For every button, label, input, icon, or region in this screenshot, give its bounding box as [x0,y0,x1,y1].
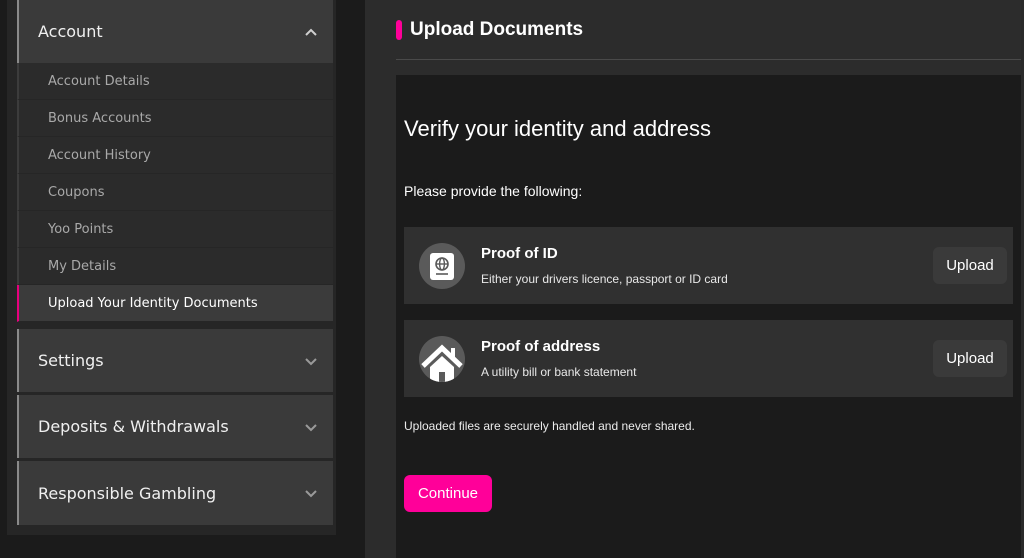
sidebar-item-label: Bonus Accounts [48,110,152,126]
sidebar-item-account-history[interactable]: Account History [17,137,333,174]
doc-description: Either your drivers licence, passport or… [481,272,728,286]
sidebar-item-label: Coupons [48,184,105,200]
sidebar-item-label: Upload Your Identity Documents [48,295,258,311]
house-icon [419,335,465,382]
sidebar: Account Account Details Bonus Accounts A… [7,0,336,535]
continue-button[interactable]: Continue [404,475,492,512]
account-submenu: Account Details Bonus Accounts Account H… [17,63,333,322]
doc-title: Proof of address [481,338,601,355]
sidebar-item-label: Yoo Points [48,221,114,237]
proof-of-address-row: Proof of address A utility bill or bank … [404,320,1013,397]
sidebar-section-deposits-withdrawals[interactable]: Deposits & Withdrawals [17,395,333,458]
card-heading: Verify your identity and address [404,116,711,141]
sidebar-item-coupons[interactable]: Coupons [17,174,333,211]
sidebar-section-label: Deposits & Withdrawals [38,417,229,436]
sidebar-section-settings-header[interactable]: Settings [19,329,333,392]
sidebar-item-label: Account History [48,147,151,163]
sidebar-item-my-details[interactable]: My Details [17,248,333,285]
passport-icon [419,242,465,289]
doc-description: A utility bill or bank statement [481,365,637,379]
upload-card: Verify your identity and address Please … [396,75,1021,558]
chevron-down-icon [303,419,319,435]
header-divider [396,59,1021,60]
upload-proof-of-id-button[interactable]: Upload [933,247,1007,284]
sidebar-item-upload-identity-documents[interactable]: Upload Your Identity Documents [17,285,333,322]
sidebar-item-account-details[interactable]: Account Details [17,63,333,100]
sidebar-section-label: Settings [38,351,104,370]
card-subheading: Please provide the following: [404,183,583,199]
sidebar-item-yoo-points[interactable]: Yoo Points [17,211,333,248]
sidebar-item-label: My Details [48,258,117,274]
sidebar-section-account-header[interactable]: Account [19,0,333,63]
sidebar-section-account[interactable]: Account [17,0,333,63]
page-title: Upload Documents [410,19,584,40]
doc-title: Proof of ID [481,245,558,262]
chevron-up-icon [303,24,319,40]
sidebar-section-responsible-header[interactable]: Responsible Gambling [19,461,333,525]
sidebar-section-deposits-header[interactable]: Deposits & Withdrawals [19,395,333,458]
chevron-down-icon [303,485,319,501]
title-accent-bar [396,20,402,40]
chevron-down-icon [303,353,319,369]
sidebar-item-label: Account Details [48,73,150,89]
sidebar-section-label: Responsible Gambling [38,483,217,503]
upload-proof-of-address-button[interactable]: Upload [933,340,1007,377]
main-content: Upload Documents Verify your identity an… [365,0,1021,558]
sidebar-section-responsible-gambling[interactable]: Responsible Gambling [17,461,333,525]
security-note: Uploaded files are securely handled and … [404,419,695,433]
sidebar-section-settings[interactable]: Settings [17,329,333,392]
proof-of-id-row: Proof of ID Either your drivers licence,… [404,227,1013,304]
sidebar-item-bonus-accounts[interactable]: Bonus Accounts [17,100,333,137]
page-header: Upload Documents [396,19,583,41]
sidebar-section-label: Account [38,22,103,41]
